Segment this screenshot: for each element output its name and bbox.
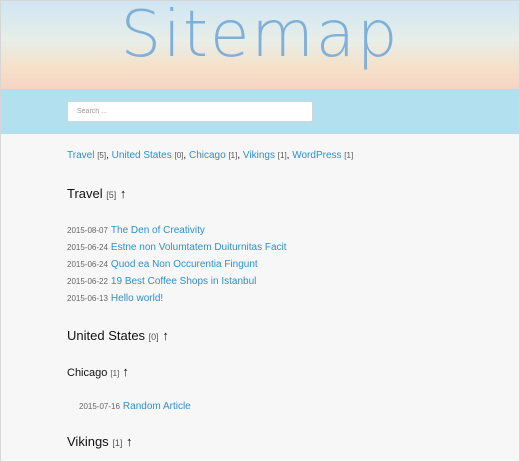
separator: ,	[183, 150, 187, 161]
search-bar	[1, 89, 519, 134]
back-to-top-arrow-icon[interactable]: ↑	[122, 364, 129, 379]
section-count: [1]	[112, 438, 123, 448]
post-link[interactable]: Hello world!	[111, 293, 163, 304]
category-link-vikings[interactable]: Vikings	[243, 150, 275, 161]
back-to-top-arrow-icon[interactable]: ↑	[120, 186, 127, 201]
section-title: Chicago	[67, 367, 108, 379]
section-title: United States	[67, 328, 146, 343]
post-link[interactable]: 19 Best Coffee Shops in Istanbul	[111, 276, 256, 287]
section-heading-travel: Travel [5] ↑	[67, 186, 126, 201]
post-row: 2015-06-22 19 Best Coffee Shops in Istanb…	[67, 276, 256, 287]
separator: ,	[237, 150, 241, 161]
post-date: 2015-06-13	[67, 294, 108, 303]
category-count: [5]	[97, 151, 107, 160]
category-count: [1]	[277, 151, 287, 160]
category-links: Travel [5], United States [0], Chicago […	[67, 150, 353, 161]
section-heading-united-states: United States [0] ↑	[67, 328, 169, 343]
section-title: Travel	[67, 186, 103, 201]
post-date: 2015-07-16	[79, 402, 120, 411]
hero-banner: Sitemap	[1, 1, 519, 89]
post-row: 2015-07-16 Random Article	[79, 401, 191, 412]
page-title: Sitemap	[120, 1, 400, 72]
section-count: [0]	[148, 332, 159, 342]
post-link[interactable]: The Den of Creativity	[111, 225, 205, 236]
section-heading-chicago: Chicago [1] ↑	[67, 364, 129, 379]
category-count: [1]	[344, 151, 354, 160]
category-link-chicago[interactable]: Chicago	[189, 150, 226, 161]
post-link[interactable]: Random Article	[123, 401, 191, 412]
post-link[interactable]: Quod ea Non Occurentia Fingunt	[111, 259, 258, 270]
category-link-united-states[interactable]: United States	[112, 150, 172, 161]
section-title: Vikings	[67, 434, 109, 449]
section-count: [5]	[106, 190, 117, 200]
post-row: 2015-06-24 Quod ea Non Occurentia Fingunt	[67, 259, 258, 270]
back-to-top-arrow-icon[interactable]: ↑	[162, 328, 169, 343]
category-link-wordpress[interactable]: WordPress	[292, 150, 341, 161]
section-count: [1]	[110, 369, 120, 378]
post-date: 2015-06-22	[67, 277, 108, 286]
section-heading-vikings: Vikings [1] ↑	[67, 434, 132, 449]
post-row: 2015-06-24 Estne non Volumtatem Duiturnit…	[67, 242, 287, 253]
category-link-travel[interactable]: Travel	[67, 150, 94, 161]
back-to-top-arrow-icon[interactable]: ↑	[126, 434, 133, 449]
post-row: 2015-08-07 The Den of Creativity	[67, 225, 205, 236]
post-date: 2015-06-24	[67, 243, 108, 252]
separator: ,	[106, 150, 109, 161]
post-link[interactable]: Estne non Volumtatem Duiturnitas Facit	[111, 242, 287, 253]
post-date: 2015-06-24	[67, 260, 108, 269]
separator: ,	[286, 150, 290, 161]
search-input[interactable]	[67, 101, 313, 122]
post-date: 2015-08-07	[67, 226, 108, 235]
post-row: 2015-06-13 Hello world!	[67, 293, 163, 304]
